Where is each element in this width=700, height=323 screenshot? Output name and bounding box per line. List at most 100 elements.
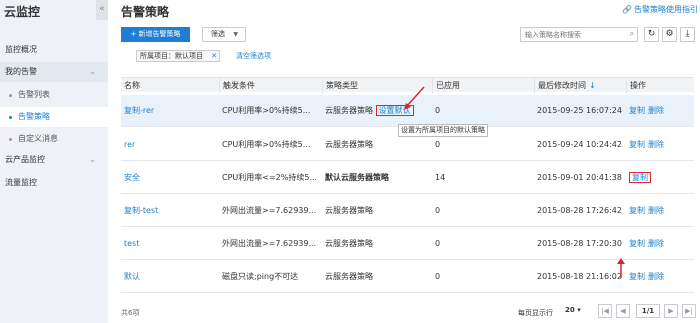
- row-actions: 复制 删除: [626, 195, 694, 226]
- help-link[interactable]: 🔗 告警策略使用指引: [622, 4, 698, 15]
- sidebar-item-alarm-list[interactable]: 告警列表: [0, 85, 108, 105]
- set-default-tooltip: 设置为所属项目的默认策略: [398, 124, 488, 137]
- settings-button[interactable]: ⚙: [662, 27, 677, 42]
- column-header-applied: 已应用: [432, 78, 534, 93]
- sidebar-collapse-button[interactable]: «: [96, 0, 108, 20]
- policy-type-label: 云服务器策略: [325, 106, 373, 115]
- policy-name-link[interactable]: 复制-rer: [121, 95, 219, 126]
- prev-page-button[interactable]: ◀: [616, 304, 630, 318]
- trigger-condition: CPU利用率<=2%持续5...: [222, 173, 318, 182]
- sidebar-item-custom-message[interactable]: 自定义消息: [0, 129, 108, 149]
- add-policy-button[interactable]: + 新增告警策略: [121, 27, 190, 42]
- policy-name-link[interactable]: 默认: [121, 261, 219, 292]
- trigger-condition: 外网出流量>=7.62939...: [222, 239, 317, 248]
- sidebar-item-label: 监控概况: [5, 45, 37, 54]
- sidebar: 云监控 « 监控概况 我的告警 ⌄ 告警列表 告警策略 自定义消息 云产品监控 …: [0, 0, 108, 323]
- applied-count: 0: [435, 106, 441, 115]
- modified-time: 2015-08-28 17:26:42: [537, 206, 622, 215]
- trigger-condition: CPU利用率>0%持续5...: [222, 140, 311, 149]
- policy-name-link[interactable]: rer: [121, 129, 219, 160]
- column-header-modified-label: 最后修改时间: [538, 81, 586, 90]
- sidebar-item-traffic-monitor[interactable]: 流量监控: [0, 173, 108, 193]
- policy-type: 云服务器策略: [325, 272, 373, 281]
- policy-type: 云服务器策略: [325, 239, 373, 248]
- table-row: 默认 磁盘只读;ping不可达 云服务器策略 0 2015-08-18 21:1…: [121, 261, 694, 293]
- policy-name-link[interactable]: 复制-test: [121, 195, 219, 226]
- policy-name-link[interactable]: test: [121, 228, 219, 259]
- copy-link[interactable]: 复制: [629, 172, 651, 183]
- search-input[interactable]: [521, 28, 621, 41]
- last-page-icon: ▶|: [685, 307, 693, 315]
- per-page-value: 20: [565, 306, 575, 314]
- search-icon[interactable]: ⌕: [630, 29, 634, 39]
- delete-link[interactable]: 删除: [648, 272, 664, 281]
- per-page-label: 每页显示行: [518, 309, 553, 317]
- filter-chip-project: 所属项目：默认项目 ✕: [136, 50, 220, 62]
- copy-link[interactable]: 复制: [629, 140, 645, 149]
- sort-arrow-icon: ↓: [589, 81, 596, 90]
- chevron-right-icon: ▶: [668, 307, 674, 315]
- row-actions: 复制 删除: [626, 129, 694, 160]
- filter-chip-label: 所属项目：默认项目: [140, 52, 203, 60]
- column-header-actions: 操作: [626, 78, 694, 93]
- policy-type: 默认云服务器策略: [325, 173, 389, 182]
- refresh-button[interactable]: ↻: [644, 27, 659, 42]
- table-row: 复制-test 外网出流量>=7.62939... 云服务器策略 0 2015-…: [121, 195, 694, 227]
- policy-name-link[interactable]: 安全: [121, 162, 219, 193]
- bullet-icon: [9, 116, 12, 119]
- link-icon: 🔗: [622, 5, 632, 14]
- policy-type: 云服务器策略: [325, 206, 373, 215]
- bullet-icon: [9, 94, 12, 97]
- sidebar-item-alarm-policy[interactable]: 告警策略: [0, 107, 108, 127]
- help-link-label: 告警策略使用指引: [634, 5, 698, 14]
- modified-time: 2015-08-28 17:20:30: [537, 239, 622, 248]
- filter-button-label: 筛选: [211, 30, 225, 38]
- per-page-select[interactable]: 20 ▾: [565, 306, 581, 314]
- applied-count: 14: [435, 173, 446, 182]
- delete-link[interactable]: 删除: [648, 106, 664, 115]
- total-count: 共6项: [121, 309, 140, 317]
- sidebar-title: 云监控: [4, 5, 41, 19]
- first-page-icon: |◀: [601, 307, 609, 315]
- bullet-icon: [9, 138, 12, 141]
- next-page-button[interactable]: ▶: [664, 304, 678, 318]
- applied-count: 0: [435, 272, 441, 281]
- caret-down-icon: ▾: [577, 306, 581, 314]
- copy-link[interactable]: 复制: [629, 106, 645, 115]
- copy-link[interactable]: 复制: [629, 206, 645, 215]
- app-root: 云监控 « 监控概况 我的告警 ⌄ 告警列表 告警策略 自定义消息 云产品监控 …: [0, 0, 700, 323]
- sidebar-item-overview[interactable]: 监控概况: [0, 40, 108, 60]
- first-page-button[interactable]: |◀: [598, 304, 612, 318]
- column-header-modified[interactable]: 最后修改时间 ↓: [534, 78, 626, 93]
- modified-time: 2015-09-25 16:07:24: [537, 106, 622, 115]
- annotation-arrow-icon: [617, 258, 625, 278]
- close-icon[interactable]: ✕: [211, 51, 217, 61]
- download-button[interactable]: ⤓: [680, 27, 695, 42]
- sidebar-item-my-alarms[interactable]: 我的告警 ⌄: [0, 62, 108, 82]
- chevron-down-icon: ⌄: [89, 155, 96, 164]
- chevron-left-icon: ◀: [620, 307, 626, 315]
- annotation-arrow-icon: [404, 86, 425, 110]
- delete-link[interactable]: 删除: [648, 206, 664, 215]
- column-header-condition: 触发条件: [219, 78, 322, 93]
- last-page-button[interactable]: ▶|: [682, 304, 696, 318]
- table-row: test 外网出流量>=7.62939... 云服务器策略 0 2015-08-…: [121, 228, 694, 260]
- row-actions: 复制 删除: [626, 95, 694, 126]
- clear-filters-link[interactable]: 清空筛选项: [236, 51, 271, 61]
- chevron-down-icon: ⌄: [89, 67, 96, 76]
- filter-button[interactable]: 筛选 ▼: [202, 27, 246, 42]
- sidebar-item-label: 告警策略: [18, 112, 50, 121]
- sidebar-item-label: 云产品监控: [5, 155, 45, 164]
- sidebar-item-label: 告警列表: [18, 90, 50, 99]
- caret-down-icon: ▼: [233, 31, 238, 38]
- copy-link[interactable]: 复制: [629, 239, 645, 248]
- sidebar-item-cloud-product-monitor[interactable]: 云产品监控 ⌄: [0, 150, 108, 170]
- trigger-condition: 外网出流量>=7.62939...: [222, 206, 317, 215]
- sidebar-item-label: 我的告警: [5, 67, 37, 76]
- delete-link[interactable]: 删除: [648, 140, 664, 149]
- sidebar-item-label: 流量监控: [5, 178, 37, 187]
- delete-link[interactable]: 删除: [648, 239, 664, 248]
- gear-icon: ⚙: [665, 29, 674, 39]
- sidebar-item-label: 自定义消息: [18, 134, 58, 143]
- modified-time: 2015-09-01 20:41:38: [537, 173, 622, 182]
